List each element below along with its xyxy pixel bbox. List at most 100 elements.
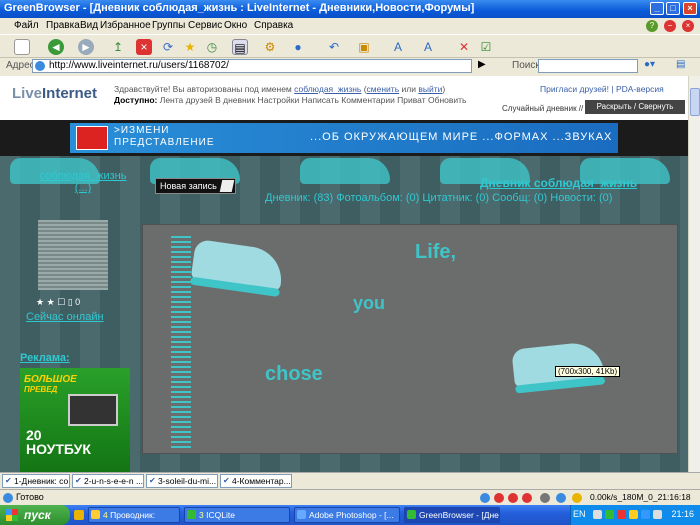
image-size-tooltip: (700x300, 41Kb) xyxy=(555,366,621,377)
menu-groups[interactable]: Группы xyxy=(152,20,185,31)
start-button[interactable]: пуск xyxy=(0,505,70,525)
menu-favorites[interactable]: Избранное xyxy=(100,20,151,31)
profile-name-link[interactable]: соблюдая_жизнь (...) xyxy=(38,170,128,194)
sneaker-image xyxy=(190,238,286,292)
download-icon[interactable] xyxy=(556,493,566,503)
vertical-scrollbar[interactable] xyxy=(688,76,700,472)
favorites-icon[interactable]: ★ xyxy=(182,39,198,55)
ad-laptop[interactable]: БОЛЬШОЕ ПРЕВЕД 20 НОУТБУК xyxy=(20,368,130,472)
nav-items[interactable]: Лента друзей В дневник Настройки Написат… xyxy=(160,95,467,105)
menu-help[interactable]: Справка xyxy=(254,20,293,31)
invite-links: Пригласи друзей! | PDA-версия xyxy=(540,84,664,94)
help-icon[interactable]: ? xyxy=(646,20,658,32)
post-image[interactable]: Life, you chose (700x300, 41Kb) xyxy=(142,224,678,454)
check-icon[interactable]: ☑ xyxy=(478,39,494,55)
language-indicator[interactable]: EN xyxy=(573,509,586,519)
search-input[interactable] xyxy=(538,59,638,73)
globe-icon[interactable]: ● xyxy=(290,39,306,55)
tab-4[interactable]: 4-Комментар... xyxy=(220,474,292,488)
folder-icon xyxy=(91,510,100,519)
avatar[interactable] xyxy=(38,220,108,290)
rating: ★ ★ ☐ ▯ 0 xyxy=(36,297,81,307)
new-page-icon[interactable] xyxy=(14,39,30,55)
menu-file[interactable]: Файл xyxy=(14,20,39,31)
title-bar: GreenBrowser - [Дневник соблюдая_жизнь :… xyxy=(0,0,700,18)
diary-stats[interactable]: Дневник: (83) Фотоальбом: (0) Цитатник: … xyxy=(265,192,612,204)
close-button[interactable]: × xyxy=(683,2,697,15)
ad-banner[interactable]: >ИЗМЕНИ ПРЕДСТАВЛЕНИЕ ...ОБ ОКРУЖАЮЩЕМ М… xyxy=(70,123,618,153)
block-icon[interactable] xyxy=(494,493,504,503)
toolbar: ◄ ► ↥ × ⟳ ★ ◷ ▤ ⚙ ● ↶ ▣ A A ✕ ☑ xyxy=(0,34,700,58)
menu-edit[interactable]: Правка xyxy=(46,20,80,31)
up-icon[interactable]: ↥ xyxy=(110,39,126,55)
greeting: Здравствуйте! Вы авторизованы под именем… xyxy=(114,84,446,94)
scrollbar-thumb[interactable] xyxy=(690,88,700,116)
random-diary-link[interactable]: Случайный дневник // xyxy=(502,104,583,113)
history-icon[interactable]: ◷ xyxy=(204,39,220,55)
change-user-link[interactable]: сменить xyxy=(367,84,400,94)
page-done-icon xyxy=(3,493,13,503)
tab-3[interactable]: 3-soleil-du-mi... xyxy=(146,474,218,488)
tray-icon[interactable] xyxy=(641,510,650,519)
maximize-button[interactable]: □ xyxy=(666,2,680,15)
banner-band: >ИЗМЕНИ ПРЕДСТАВЛЕНИЕ ...ОБ ОКРУЖАЮЩЕМ М… xyxy=(0,120,688,156)
address-input[interactable]: http://www.liveinternet.ru/users/1168702… xyxy=(32,59,472,73)
diary-title[interactable]: Дневник соблюдая_жизнь xyxy=(480,176,637,190)
new-post-button[interactable]: Новая запись xyxy=(155,178,236,194)
speed-stats: 0.00k/s_180M_0_21:16:18 xyxy=(590,492,691,502)
tray-icon[interactable] xyxy=(617,510,626,519)
translate-icon[interactable]: A xyxy=(390,39,406,55)
nav-links: Доступно: Лента друзей В дневник Настрой… xyxy=(114,95,467,105)
forward-icon[interactable]: ► xyxy=(78,39,94,55)
invite-link[interactable]: Пригласи друзей! xyxy=(540,84,609,94)
task-greenbrowser[interactable]: GreenBrowser - [Дне... xyxy=(404,507,500,523)
undo-icon[interactable]: ↶ xyxy=(326,39,342,55)
tab-2[interactable]: 2-u-n-s-e-e-n ... xyxy=(72,474,144,488)
tray-icon[interactable] xyxy=(593,510,602,519)
task-explorer[interactable]: 4 Проводник: xyxy=(88,507,180,523)
ads-label[interactable]: Реклама: xyxy=(20,352,70,364)
proxy-icon[interactable]: ▣ xyxy=(356,39,372,55)
search-engine-icon[interactable]: ●▾ xyxy=(644,59,655,70)
tray-icon[interactable] xyxy=(629,510,638,519)
media-icon[interactable] xyxy=(540,493,550,503)
quicklaunch-icon[interactable] xyxy=(74,510,84,520)
banner-headline: >ИЗМЕНИ ПРЕДСТАВЛЕНИЕ xyxy=(114,125,215,148)
volume-icon[interactable] xyxy=(653,510,662,519)
close-tab-icon[interactable]: × xyxy=(682,20,694,32)
menu-tools[interactable]: Сервис xyxy=(188,20,222,31)
online-now-link[interactable]: Сейчас онлайн xyxy=(26,311,104,323)
username-link[interactable]: соблюдая_жизнь xyxy=(294,84,361,94)
close-all-icon[interactable]: ✕ xyxy=(456,39,472,55)
close-status-icon[interactable] xyxy=(522,493,532,503)
search-go-icon[interactable]: ▤ xyxy=(676,59,685,70)
menu-window[interactable]: Окно xyxy=(224,20,247,31)
tab-1[interactable]: 1-Дневник: со... xyxy=(2,474,70,488)
pda-link[interactable]: PDA-версия xyxy=(616,84,664,94)
globe-status-icon[interactable] xyxy=(480,493,490,503)
logout-link[interactable]: выйти xyxy=(418,84,442,94)
stop-status-icon[interactable] xyxy=(508,493,518,503)
font-icon[interactable]: A xyxy=(420,39,436,55)
task-photoshop[interactable]: Adobe Photoshop - [... xyxy=(294,507,400,523)
post-word-you: you xyxy=(353,293,386,313)
address-url: http://www.liveinternet.ru/users/1168702… xyxy=(49,60,229,71)
tray-icon[interactable] xyxy=(605,510,614,519)
ad-headline: БОЛЬШОЕ ПРЕВЕД xyxy=(24,374,77,394)
screen-icon[interactable]: ▤ xyxy=(232,39,248,55)
banner-tagline: ...ОБ ОКРУЖАЮЩЕМ МИРЕ ...ФОРМАХ ...ЗВУКА… xyxy=(310,131,613,143)
settings-status-icon[interactable] xyxy=(572,493,582,503)
browser-tabs: 1-Дневник: со... 2-u-n-s-e-e-n ... 3-sol… xyxy=(0,472,700,489)
stop-icon[interactable]: × xyxy=(136,39,152,55)
go-icon[interactable]: ▶ xyxy=(478,59,486,70)
refresh-icon[interactable]: ⟳ xyxy=(160,39,176,55)
minimize-button[interactable]: _ xyxy=(650,2,664,15)
tools-icon[interactable]: ⚙ xyxy=(262,39,278,55)
stop-icon[interactable]: − xyxy=(664,20,676,32)
diary-area: соблюдая_жизнь (...) ★ ★ ☐ ▯ 0 Сейчас он… xyxy=(0,156,688,472)
back-icon[interactable]: ◄ xyxy=(48,39,64,55)
expand-button[interactable]: Раскрыть / Свернуть xyxy=(585,100,685,114)
menu-view[interactable]: Вид xyxy=(80,20,98,31)
task-icq[interactable]: 3 ICQLite xyxy=(184,507,290,523)
liveinternet-logo[interactable]: LiveInternet xyxy=(12,85,97,102)
